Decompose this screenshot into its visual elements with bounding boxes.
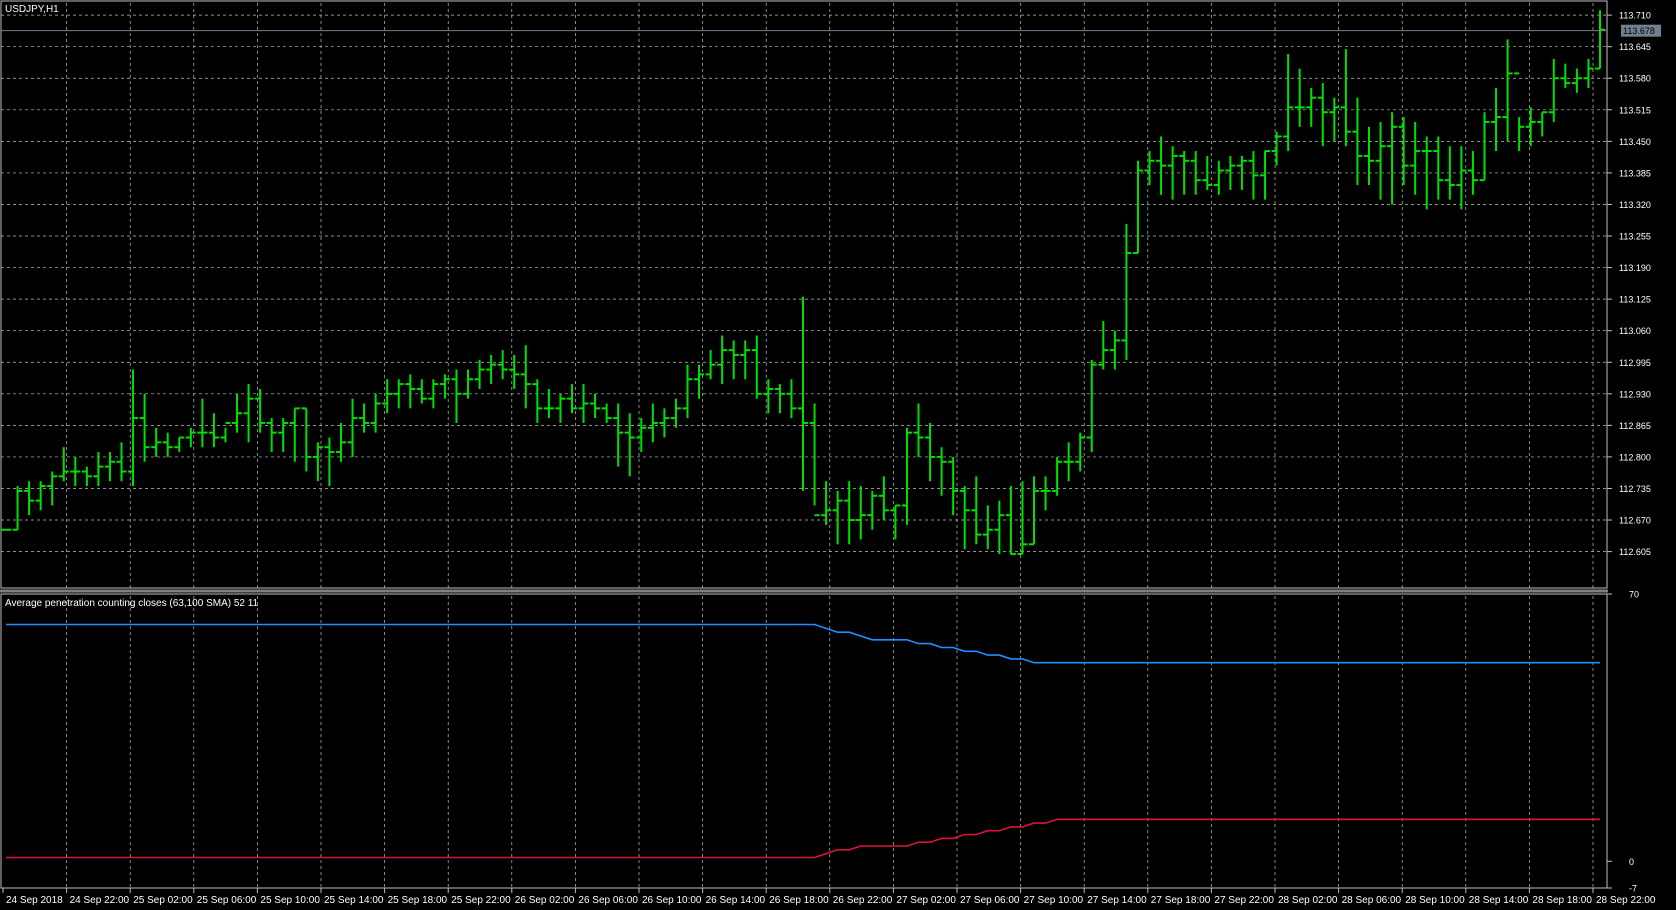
price-tick-label: 113.190: [1619, 263, 1651, 273]
price-tick-label: 112.605: [1619, 547, 1651, 557]
price-tick-label: 112.670: [1619, 516, 1651, 526]
price-tick-label: 112.735: [1619, 484, 1651, 494]
indicator-tick-label: -7: [1629, 884, 1637, 894]
time-tick-label: 25 Sep 10:00: [260, 895, 320, 906]
time-tick-label: 28 Sep 22:00: [1596, 895, 1656, 906]
time-tick-label: 27 Sep 10:00: [1024, 895, 1084, 906]
price-tick-label: 113.515: [1619, 105, 1651, 115]
current-price-label: 113.678: [1623, 26, 1655, 36]
time-tick-label: 26 Sep 02:00: [515, 895, 575, 906]
time-tick-label: 27 Sep 18:00: [1151, 895, 1211, 906]
price-tick-label: 113.710: [1619, 11, 1651, 21]
price-tick-label: 113.385: [1619, 168, 1651, 178]
price-tick-label: 112.930: [1619, 389, 1651, 399]
price-tick-label: 113.125: [1619, 295, 1651, 305]
price-tick-label: 113.255: [1619, 232, 1651, 242]
time-tick-label: 26 Sep 22:00: [833, 895, 893, 906]
time-tick-label: 27 Sep 14:00: [1087, 895, 1147, 906]
time-tick-label: 27 Sep 02:00: [896, 895, 956, 906]
price-tick-label: 113.580: [1619, 74, 1651, 84]
price-tick-label: 113.060: [1619, 326, 1651, 336]
time-tick-label: 28 Sep 10:00: [1405, 895, 1465, 906]
price-tick-label: 113.320: [1619, 200, 1651, 210]
indicator-tick-label: 0: [1629, 857, 1634, 867]
price-tick-label: 112.800: [1619, 452, 1651, 462]
chart-title: USDJPY,H1: [5, 4, 59, 15]
price-tick-label: 113.450: [1619, 137, 1651, 147]
time-tick-label: 26 Sep 06:00: [578, 895, 638, 906]
time-tick-label: 25 Sep 22:00: [451, 895, 511, 906]
indicator-tick-label: 70: [1629, 590, 1639, 600]
time-tick-label: 26 Sep 10:00: [642, 895, 702, 906]
time-tick-label: 25 Sep 18:00: [388, 895, 448, 906]
price-tick-label: 112.995: [1619, 358, 1651, 368]
time-tick-label: 24 Sep 22:00: [70, 895, 130, 906]
time-tick-label: 26 Sep 18:00: [769, 895, 829, 906]
time-tick-label: 27 Sep 06:00: [960, 895, 1020, 906]
chart-background: [0, 0, 1676, 910]
price-tick-label: 112.865: [1619, 421, 1651, 431]
time-tick-label: 25 Sep 02:00: [133, 895, 193, 906]
chart-svg: USDJPY,H1 Average penetration counting c…: [0, 0, 1676, 910]
time-tick-label: 28 Sep 14:00: [1469, 895, 1529, 906]
time-tick-label: 24 Sep 2018: [6, 895, 63, 906]
time-tick-label: 27 Sep 22:00: [1214, 895, 1274, 906]
time-tick-label: 26 Sep 14:00: [706, 895, 766, 906]
indicator-label: Average penetration counting closes (63,…: [5, 598, 259, 609]
time-tick-label: 28 Sep 06:00: [1342, 895, 1402, 906]
time-tick-label: 25 Sep 06:00: [197, 895, 257, 906]
price-tick-label: 113.645: [1619, 42, 1651, 52]
time-tick-label: 25 Sep 14:00: [324, 895, 384, 906]
time-tick-label: 28 Sep 18:00: [1532, 895, 1592, 906]
time-tick-label: 28 Sep 02:00: [1278, 895, 1338, 906]
